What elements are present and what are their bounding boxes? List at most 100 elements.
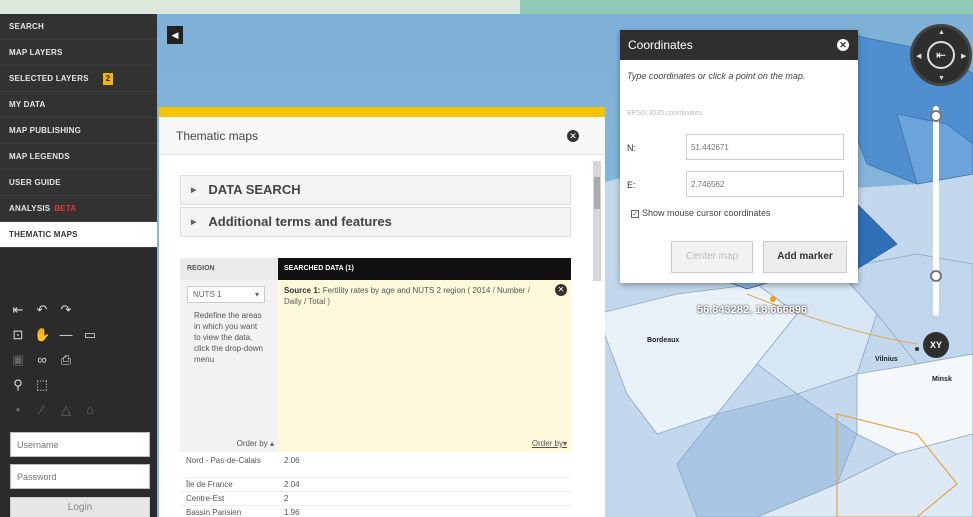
source-description: Source 1: Fertility rates by age and NUT…: [284, 285, 539, 307]
coordinates-header: Coordinates ✕: [620, 30, 858, 60]
clear-drawing-icon[interactable]: ⌂: [82, 402, 98, 418]
source-cell: Source 1: Fertility rates by age and NUT…: [278, 280, 571, 452]
row-region: Centre-Est: [186, 494, 225, 503]
print-icon[interactable]: ⎙: [58, 352, 74, 368]
zoom-in-handle[interactable]: [930, 110, 942, 122]
username-input[interactable]: [10, 432, 150, 457]
sidebar-item-map-legends[interactable]: MAP LEGENDS: [0, 144, 157, 170]
row-value: 1.96: [284, 508, 300, 517]
row-region: Bassin Parisien: [186, 508, 242, 517]
draw-polygon-icon[interactable]: △: [58, 402, 74, 418]
top-strip-left: [0, 0, 520, 14]
draw-point-icon[interactable]: •: [10, 402, 26, 418]
camera-icon[interactable]: ▣: [10, 352, 26, 368]
login-button[interactable]: Login: [10, 497, 150, 517]
draw-line-icon[interactable]: ∕: [34, 402, 50, 418]
sidebar-item-label: THEMATIC MAPS: [9, 230, 78, 239]
sidebar-item-label: MAP LAYERS: [9, 48, 63, 57]
table-row[interactable]: Bassin Parisien 1.96: [180, 506, 571, 517]
sidebar-item-label: ANALYSIS: [9, 204, 51, 213]
sidebar-item-map-layers[interactable]: MAP LAYERS: [0, 40, 157, 66]
pan-hand-icon[interactable]: ✋: [34, 327, 50, 343]
sidebar-item-analysis[interactable]: ANALYSIS BETA: [0, 196, 157, 222]
row-region: Nord - Pas-de-Calais: [186, 456, 261, 465]
thematic-panel-header: Thematic maps ✕: [159, 117, 605, 155]
panel-scroll-thumb[interactable]: [594, 177, 600, 209]
region-selector-cell: NUTS 1 ▾ Redefine the areas in which you …: [180, 280, 278, 452]
pan-down-icon[interactable]: ▼: [938, 75, 945, 82]
row-value: 2.04: [284, 480, 300, 489]
collapse-panel-button[interactable]: ◀: [167, 26, 183, 44]
history-back-icon[interactable]: ⇤: [10, 302, 26, 318]
order-by-value[interactable]: Order by▾: [278, 439, 571, 448]
remove-source-icon[interactable]: ✕: [555, 284, 567, 296]
accordion-label: DATA SEARCH: [208, 182, 301, 197]
table-row[interactable]: Nord - Pas-de-Calais 2.06: [180, 454, 571, 478]
sort-up-icon: ▴: [269, 439, 274, 448]
redo-icon[interactable]: ↷: [58, 302, 74, 318]
sidebar-item-search[interactable]: SEARCH: [0, 14, 157, 40]
pan-compass[interactable]: ▲ ▼ ◀ ▶ ⇤: [910, 24, 972, 86]
source-label: Source 1:: [284, 286, 321, 295]
checkbox-checked-icon[interactable]: ✓: [631, 209, 639, 218]
region-column-header: REGION: [180, 258, 278, 280]
coordinates-instructions: Type coordinates or click a point on the…: [627, 71, 806, 81]
undo-icon[interactable]: ↶: [34, 302, 50, 318]
row-value: 2.06: [284, 456, 300, 465]
zoom-slider[interactable]: [933, 106, 939, 316]
pan-left-icon[interactable]: ◀: [916, 52, 921, 60]
sidebar-item-thematic-maps[interactable]: THEMATIC MAPS: [0, 222, 157, 248]
order-by-region[interactable]: Order by ▴: [180, 439, 278, 448]
sidebar-item-label: USER GUIDE: [9, 178, 61, 187]
chevron-down-icon: ▾: [254, 290, 259, 299]
accordion-label: Additional terms and features: [208, 214, 392, 229]
table-row[interactable]: Centre-Est 2: [180, 492, 571, 506]
cursor-coordinates-readout: 56.843282, 18.666896: [697, 304, 808, 316]
map-toolbar: ⇤ ↶ ↷ ⊡ ✋ — ▭ ▣ ∞ ⎙ ⚲ ⬚ • ∕ △ ⌂: [10, 302, 150, 427]
map-city-label: Bordeaux: [647, 337, 680, 344]
pan-up-icon[interactable]: ▲: [938, 29, 945, 36]
add-marker-button[interactable]: Add marker: [763, 241, 847, 273]
dialog-title: Coordinates: [628, 38, 693, 52]
marker-icon[interactable]: ⚲: [10, 377, 26, 393]
map-city-label: Minsk: [932, 376, 952, 383]
coordinates-tool-button[interactable]: XY: [923, 332, 949, 358]
sidebar-item-my-data[interactable]: MY DATA: [0, 92, 157, 118]
e-coordinate-input[interactable]: [686, 171, 844, 197]
top-strip-right: [520, 0, 973, 14]
zoom-box-icon[interactable]: ⊡: [10, 327, 26, 343]
zoom-level-handle[interactable]: [930, 270, 942, 282]
sort-down-icon: ▾: [562, 439, 567, 448]
link-icon[interactable]: ∞: [34, 352, 50, 368]
close-icon[interactable]: ✕: [837, 39, 849, 51]
sidebar-item-label: SEARCH: [9, 22, 44, 31]
thematic-maps-panel: Thematic maps ✕ ▶ DATA SEARCH ▶ Additional…: [159, 107, 605, 517]
crs-label: EPSG:3035 coordinates: [627, 110, 703, 117]
sidebar-item-label: MAP PUBLISHING: [9, 126, 81, 135]
source-text: Fertility rates by age and NUTS 2 region…: [284, 286, 530, 306]
beta-tag: BETA: [54, 204, 77, 213]
nuts-select-value: NUTS 1: [193, 290, 222, 299]
accordion-additional-terms[interactable]: ▶ Additional terms and features: [180, 207, 571, 237]
sidebar-item-selected-layers[interactable]: SELECTED LAYERS 2: [0, 66, 157, 92]
measure-line-icon[interactable]: —: [58, 327, 74, 343]
show-cursor-coordinates-checkbox[interactable]: ✓ Show mouse cursor coordinates: [631, 208, 771, 218]
pan-right-icon[interactable]: ▶: [961, 52, 966, 60]
chevron-right-icon: ▶: [191, 218, 197, 226]
select-icon[interactable]: ⬚: [34, 377, 50, 393]
measure-area-icon[interactable]: ▭: [82, 327, 98, 343]
sidebar-item-label: MY DATA: [9, 100, 46, 109]
checkbox-label: Show mouse cursor coordinates: [642, 208, 771, 218]
sidebar-item-user-guide[interactable]: USER GUIDE: [0, 170, 157, 196]
nuts-level-select[interactable]: NUTS 1 ▾: [187, 286, 265, 303]
n-coordinate-input[interactable]: [686, 134, 844, 160]
region-hint-text: Redefine the areas in which you want to …: [194, 311, 263, 364]
password-input[interactable]: [10, 464, 150, 489]
accordion-data-search[interactable]: ▶ DATA SEARCH: [180, 175, 571, 205]
table-row[interactable]: Île de France 2.04: [180, 478, 571, 492]
coordinates-dialog: Coordinates ✕ Type coordinates or click …: [620, 30, 858, 283]
close-icon[interactable]: ✕: [567, 130, 579, 142]
reset-view-icon[interactable]: ⇤: [927, 41, 955, 69]
sidebar-item-map-publishing[interactable]: MAP PUBLISHING: [0, 118, 157, 144]
center-map-button[interactable]: Center map: [671, 241, 753, 273]
